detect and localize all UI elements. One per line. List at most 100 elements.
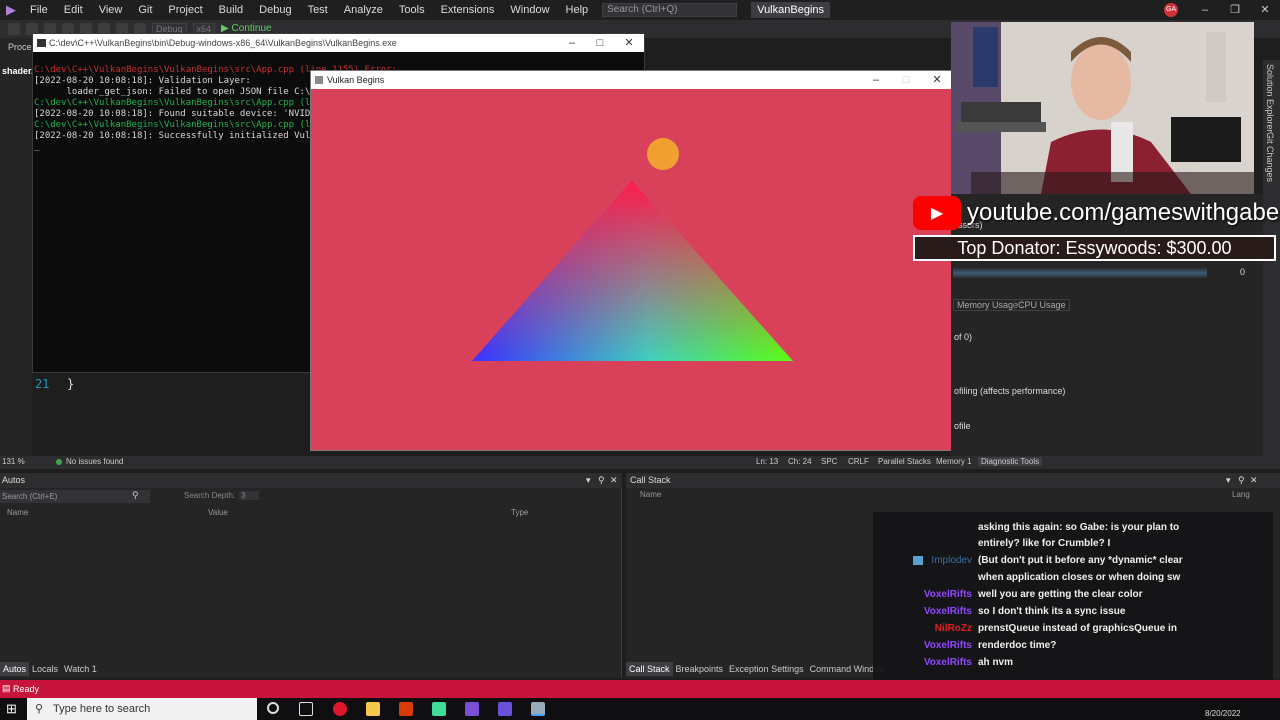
chat-message: asking this again: so Gabe: is your plan… — [873, 522, 1185, 533]
console-app-icon — [37, 39, 46, 47]
tab-cpu-usage[interactable]: CPU Usage — [1014, 299, 1070, 311]
chat-username: VoxelRifts — [923, 657, 972, 668]
tab-call-stack[interactable]: Call Stack — [626, 662, 673, 676]
autos-search-input[interactable]: Search (Ctrl+E) — [0, 490, 150, 503]
chat-message: entirely? like for Crumble? I — [873, 538, 1185, 549]
taskbar-date: 8/20/2022 — [1205, 709, 1241, 718]
tab-diagnostic-tools[interactable]: Diagnostic Tools — [978, 457, 1043, 466]
taskbar-search-placeholder: Type here to search — [53, 703, 151, 715]
tab-watch-1[interactable]: Watch 1 — [61, 662, 100, 676]
taskbar-search-input[interactable]: ⚲ Type here to search — [27, 698, 257, 720]
column-type[interactable]: Type — [511, 508, 528, 517]
vulkan-window[interactable]: Vulkan Begins – □ ✕ — [310, 70, 953, 451]
menu-debug[interactable]: Debug — [251, 4, 299, 16]
tab-memory-usage[interactable]: Memory Usage — [953, 299, 1023, 311]
tab-exception-settings[interactable]: Exception Settings — [726, 662, 807, 676]
vulkan-close-icon[interactable]: ✕ — [922, 71, 952, 89]
vulkan-maximize-icon[interactable]: □ — [891, 71, 921, 89]
column-value[interactable]: Value — [208, 508, 228, 517]
pin-icon[interactable]: ⚲ — [1238, 473, 1245, 488]
autos-tabs: Autos Locals Watch 1 — [0, 662, 100, 676]
menu-tools[interactable]: Tools — [391, 4, 433, 16]
visual-studio-icon[interactable] — [465, 702, 479, 716]
menu-test[interactable]: Test — [300, 4, 336, 16]
menu-view[interactable]: View — [91, 4, 131, 16]
menu-help[interactable]: Help — [558, 4, 597, 16]
account-avatar[interactable]: GA — [1164, 3, 1178, 17]
app-icon-2[interactable] — [432, 702, 446, 716]
console-app-icon[interactable] — [531, 702, 545, 716]
menu-project[interactable]: Project — [160, 4, 210, 16]
tab-memory-1[interactable]: Memory 1 — [936, 457, 972, 466]
chat-text: entirely? like for Crumble? I — [978, 538, 1111, 549]
console-title-bar[interactable]: C:\dev\C++\VulkanBegins\bin\Debug-window… — [33, 34, 644, 52]
task-view-icon[interactable] — [299, 702, 313, 716]
chat-username: NilRoZz — [934, 623, 972, 634]
diag-profiling[interactable]: ofiling (affects performance) — [954, 386, 1065, 396]
side-tab-solution-explorer[interactable]: Solution Explorer — [1265, 64, 1275, 133]
line-indicator: Ln: 13 — [756, 457, 779, 466]
file-explorer-icon[interactable] — [366, 702, 380, 716]
vulkan-title-bar[interactable]: Vulkan Begins – □ ✕ — [311, 71, 952, 89]
column-name[interactable]: Name — [640, 490, 661, 499]
issues-status[interactable]: No issues found — [66, 457, 123, 466]
chat-text: so I don't think its a sync issue — [978, 606, 1126, 617]
menu-build[interactable]: Build — [211, 4, 251, 16]
chat-message: NilRoZz prenstQueue instead of graphicsQu… — [873, 623, 1185, 634]
menu-window[interactable]: Window — [502, 4, 557, 16]
chat-username: Implodev — [873, 555, 972, 566]
call-stack-close-icon[interactable]: ✕ — [1250, 473, 1258, 488]
dropdown-icon[interactable]: ▾ — [586, 473, 591, 488]
restore-icon[interactable]: ❐ — [1220, 0, 1250, 20]
app-icon[interactable] — [399, 702, 413, 716]
vulkan-title: Vulkan Begins — [327, 75, 385, 85]
rgb-triangle-top-shade — [472, 180, 793, 361]
solution-name: VulkanBegins — [751, 2, 830, 18]
autos-panel: Autos ▾ ⚲ ✕ Search (Ctrl+E) ⚲ Search Dep… — [0, 473, 622, 678]
tab-breakpoints[interactable]: Breakpoints — [673, 662, 727, 676]
menu-analyze[interactable]: Analyze — [336, 4, 391, 16]
console-maximize-icon[interactable]: □ — [586, 34, 614, 52]
menu-edit[interactable]: Edit — [56, 4, 91, 16]
menu-git[interactable]: Git — [130, 4, 160, 16]
opera-icon[interactable] — [333, 702, 347, 716]
close-icon[interactable]: ✕ — [1250, 0, 1280, 20]
autos-close-icon[interactable]: ✕ — [610, 473, 618, 488]
line-number: 21 — [35, 377, 50, 391]
tab-locals[interactable]: Locals — [29, 662, 61, 676]
search-depth-select[interactable]: 3 — [239, 491, 260, 500]
column-name[interactable]: Name — [7, 508, 28, 517]
youtube-url: youtube.com/gameswithgabe — [967, 199, 1280, 226]
diag-profile[interactable]: ofile — [954, 421, 971, 431]
menu-file[interactable]: File — [22, 4, 56, 16]
tab-autos[interactable]: Autos — [0, 662, 30, 676]
app-icon-3[interactable] — [498, 702, 512, 716]
search-icon[interactable]: ⚲ — [132, 490, 139, 501]
side-tab-git-changes[interactable]: Git Changes — [1265, 132, 1275, 182]
nav-back-icon[interactable] — [8, 23, 20, 35]
chat-username: VoxelRifts — [923, 640, 972, 651]
menu-bar: ▶ File Edit View Git Project Build Debug… — [0, 0, 1280, 20]
cortana-icon[interactable] — [267, 702, 279, 714]
pin-icon[interactable]: ⚲ — [598, 473, 605, 488]
tab-shader[interactable]: shader. — [2, 66, 34, 76]
minimize-icon[interactable]: – — [1190, 0, 1220, 20]
column-language[interactable]: Lang — [1232, 490, 1250, 499]
console-minimize-icon[interactable]: – — [558, 34, 586, 52]
status-bar: ▤ Ready — [0, 680, 1280, 698]
vs-search-input[interactable]: Search (Ctrl+Q) — [602, 3, 738, 17]
vulkan-minimize-icon[interactable]: – — [861, 71, 891, 89]
menu-extensions[interactable]: Extensions — [433, 4, 503, 16]
call-stack-header: Call Stack ▾ ⚲ ✕ — [626, 473, 1280, 488]
dropdown-icon[interactable]: ▾ — [1226, 473, 1231, 488]
search-icon: ⚲ — [35, 703, 44, 715]
zoom-level[interactable]: 131 % — [2, 457, 25, 466]
chat-text: prenstQueue instead of graphicsQueue in — [978, 623, 1177, 634]
char-indicator: Ch: 24 — [788, 457, 812, 466]
windows-start-icon[interactable]: ⊞ — [6, 702, 20, 716]
console-close-icon[interactable]: ✕ — [615, 34, 643, 52]
whitespace-indicator: SPC — [821, 457, 838, 466]
no-issues-icon — [56, 459, 62, 465]
tab-parallel-stacks[interactable]: Parallel Stacks — [878, 457, 931, 466]
chat-username-text: Implodev — [931, 555, 972, 566]
